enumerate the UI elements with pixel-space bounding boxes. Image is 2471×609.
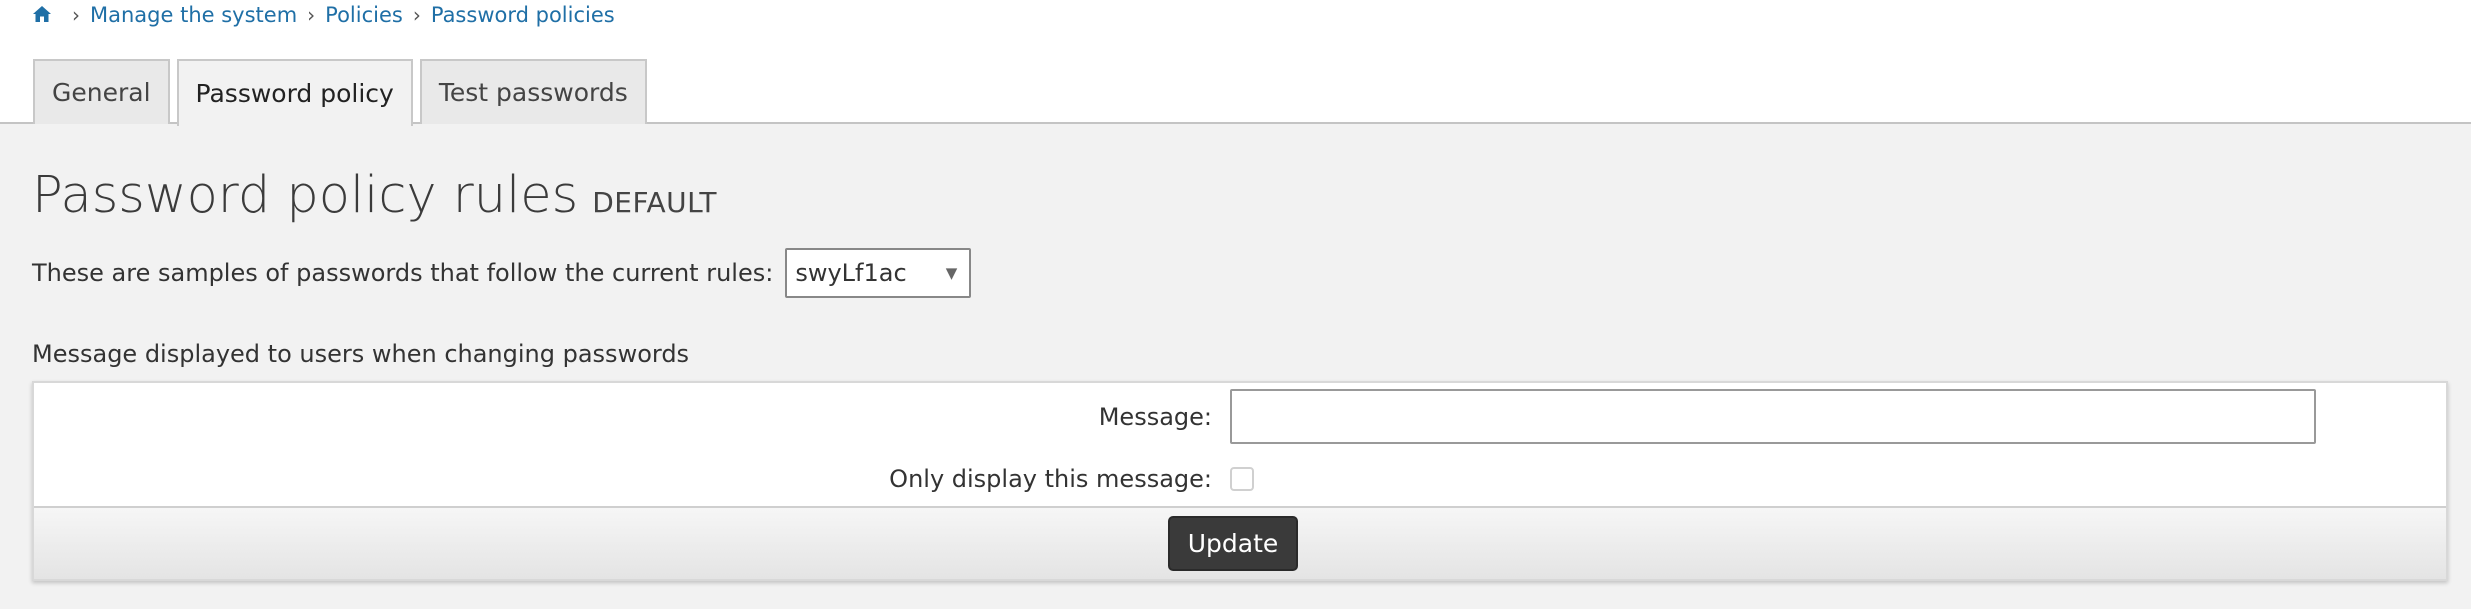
tab-bar: General Password policy Test passwords (33, 59, 647, 126)
tab-test-passwords[interactable]: Test passwords (419, 59, 647, 124)
message-section-heading-text: Message displayed to users when changing… (32, 340, 690, 368)
message-section-heading: Message displayed to users when changing… (32, 340, 689, 368)
caret-down-icon: ▼ (945, 264, 958, 282)
home-icon[interactable] (32, 4, 52, 24)
message-form-panel: Message: Only display this message: Upda… (32, 381, 2448, 581)
tab-general[interactable]: General (33, 59, 170, 124)
only-display-checkbox[interactable] (1230, 467, 1254, 491)
tab-password-policy[interactable]: Password policy (176, 59, 413, 126)
breadcrumb-separator: › (412, 3, 421, 27)
breadcrumb: › Manage the system › Policies › Passwor… (32, 0, 615, 30)
page-title: Password policy rules DEFAULT (32, 166, 717, 225)
breadcrumb-password-policies[interactable]: Password policies (431, 3, 615, 27)
update-button[interactable]: Update (1167, 516, 1299, 571)
message-row: Message: (34, 389, 2446, 444)
only-display-row: Only display this message: (34, 459, 2446, 499)
top-area: › Manage the system › Policies › Passwor… (0, 0, 2471, 126)
breadcrumb-separator: › (72, 3, 80, 27)
message-label: Message: (1098, 402, 1212, 431)
page-title-text: Password policy rules (32, 166, 579, 225)
message-input[interactable] (1230, 389, 2316, 444)
samples-row: These are samples of passwords that foll… (32, 248, 972, 298)
sample-password-value: swyLf1ac (795, 259, 907, 287)
breadcrumb-policies[interactable]: Policies (325, 3, 403, 27)
samples-label: These are samples of passwords that foll… (32, 259, 774, 287)
breadcrumb-separator: › (307, 3, 316, 27)
only-display-label: Only display this message: (889, 465, 1212, 493)
breadcrumb-manage-system[interactable]: Manage the system (90, 3, 297, 27)
policy-name-badge: DEFAULT (592, 186, 717, 219)
form-footer: Update (34, 506, 2446, 579)
sample-password-select[interactable]: swyLf1ac ▼ (785, 248, 972, 298)
